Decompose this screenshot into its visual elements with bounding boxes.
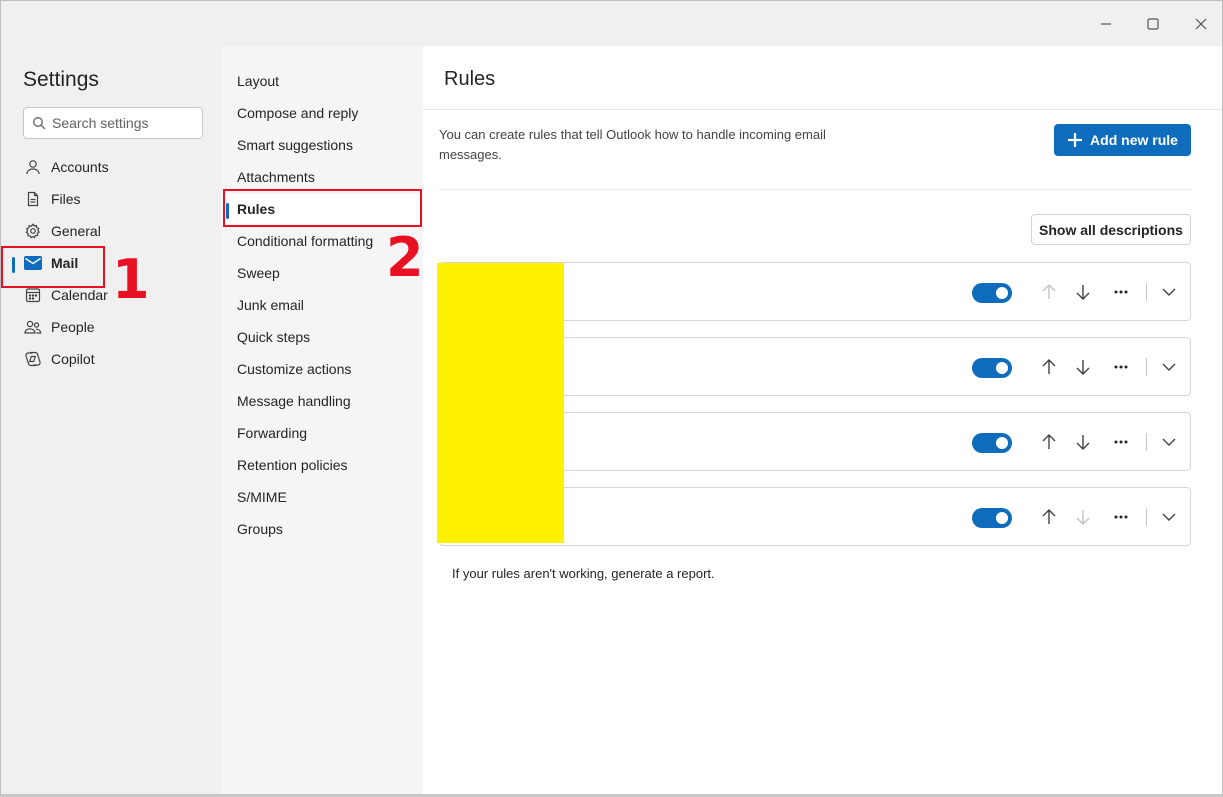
nav-item-label: Accounts [51, 159, 109, 175]
nav-item-label: Copilot [51, 351, 95, 367]
add-new-rule-label: Add new rule [1090, 132, 1178, 148]
more-options-icon[interactable] [1110, 431, 1132, 453]
person-icon [23, 157, 43, 177]
more-options-icon[interactable] [1110, 281, 1132, 303]
nav-item-general[interactable]: General [15, 216, 213, 246]
gear-icon [23, 221, 43, 241]
maximize-icon[interactable] [1138, 9, 1168, 39]
minimize-icon[interactable] [1091, 9, 1121, 39]
annotation-box-rules [223, 189, 422, 227]
rule-enabled-toggle[interactable] [972, 508, 1012, 528]
page-title: Rules [444, 68, 496, 90]
add-new-rule-button[interactable]: Add new rule [1054, 124, 1191, 156]
nav-item-files[interactable]: Files [15, 184, 213, 214]
chevron-down-icon[interactable] [1158, 431, 1180, 453]
move-up-icon[interactable] [1038, 356, 1060, 378]
search-box[interactable] [23, 107, 203, 139]
rules-report-text[interactable]: If your rules aren't working, generate a… [452, 566, 715, 581]
redaction-block [437, 263, 564, 543]
chevron-down-icon[interactable] [1158, 506, 1180, 528]
annotation-number-1: 1 [112, 248, 150, 311]
nav-item-label: People [51, 319, 95, 335]
divider [1146, 283, 1147, 301]
subnav-item-attachments[interactable]: Attachments [225, 162, 421, 192]
subnav-item-groups[interactable]: Groups [225, 514, 421, 544]
nav-item-copilot[interactable]: Copilot [15, 344, 213, 374]
calendar-icon [23, 285, 43, 305]
rule-enabled-toggle[interactable] [972, 283, 1012, 303]
move-down-icon[interactable] [1072, 356, 1094, 378]
more-options-icon[interactable] [1110, 506, 1132, 528]
file-icon [23, 189, 43, 209]
search-input[interactable] [52, 115, 192, 131]
settings-nav: Settings Accounts Files General Mail Cal… [1, 46, 221, 794]
divider [1146, 358, 1147, 376]
move-up-icon[interactable] [1038, 506, 1060, 528]
divider [439, 189, 1191, 190]
annotation-box-mail [1, 246, 105, 288]
search-icon [33, 117, 46, 130]
divider [1146, 508, 1147, 526]
show-all-descriptions-button[interactable]: Show all descriptions [1031, 214, 1191, 245]
annotation-number-2: 2 [386, 226, 424, 289]
people-icon [23, 317, 43, 337]
divider [1146, 433, 1147, 451]
subnav-item-layout[interactable]: Layout [225, 66, 421, 96]
subnav-item-customize-actions[interactable]: Customize actions [225, 354, 421, 384]
move-down-icon[interactable] [1072, 431, 1094, 453]
move-down-icon[interactable] [1072, 281, 1094, 303]
nav-item-label: General [51, 223, 101, 239]
nav-item-label: Files [51, 191, 81, 207]
subnav-item-junk-email[interactable]: Junk email [225, 290, 421, 320]
copilot-icon [23, 349, 43, 369]
nav-item-accounts[interactable]: Accounts [15, 152, 213, 182]
subnav-item-retention-policies[interactable]: Retention policies [225, 450, 421, 480]
move-down-icon[interactable] [1072, 506, 1094, 528]
more-options-icon[interactable] [1110, 356, 1132, 378]
nav-item-label: Calendar [51, 287, 108, 303]
nav-item-people[interactable]: People [15, 312, 213, 342]
outlook-settings-window: Settings Accounts Files General Mail Cal… [0, 0, 1223, 794]
subnav-item-smime[interactable]: S/MIME [225, 482, 421, 512]
mail-settings-nav: Layout Compose and reply Smart suggestio… [221, 46, 423, 794]
title-bar [1, 1, 1222, 46]
subnav-item-forwarding[interactable]: Forwarding [225, 418, 421, 448]
subnav-item-compose-and-reply[interactable]: Compose and reply [225, 98, 421, 128]
move-up-icon[interactable] [1038, 431, 1060, 453]
rule-enabled-toggle[interactable] [972, 433, 1012, 453]
subnav-item-quick-steps[interactable]: Quick steps [225, 322, 421, 352]
subnav-item-smart-suggestions[interactable]: Smart suggestions [225, 130, 421, 160]
divider [423, 109, 1222, 110]
chevron-down-icon[interactable] [1158, 356, 1180, 378]
move-up-icon[interactable] [1038, 281, 1060, 303]
subnav-item-message-handling[interactable]: Message handling [225, 386, 421, 416]
rule-enabled-toggle[interactable] [972, 358, 1012, 378]
rules-description: You can create rules that tell Outlook h… [439, 127, 826, 162]
close-icon[interactable] [1186, 9, 1216, 39]
chevron-down-icon[interactable] [1158, 281, 1180, 303]
settings-title: Settings [23, 68, 99, 91]
plus-icon [1068, 133, 1083, 147]
